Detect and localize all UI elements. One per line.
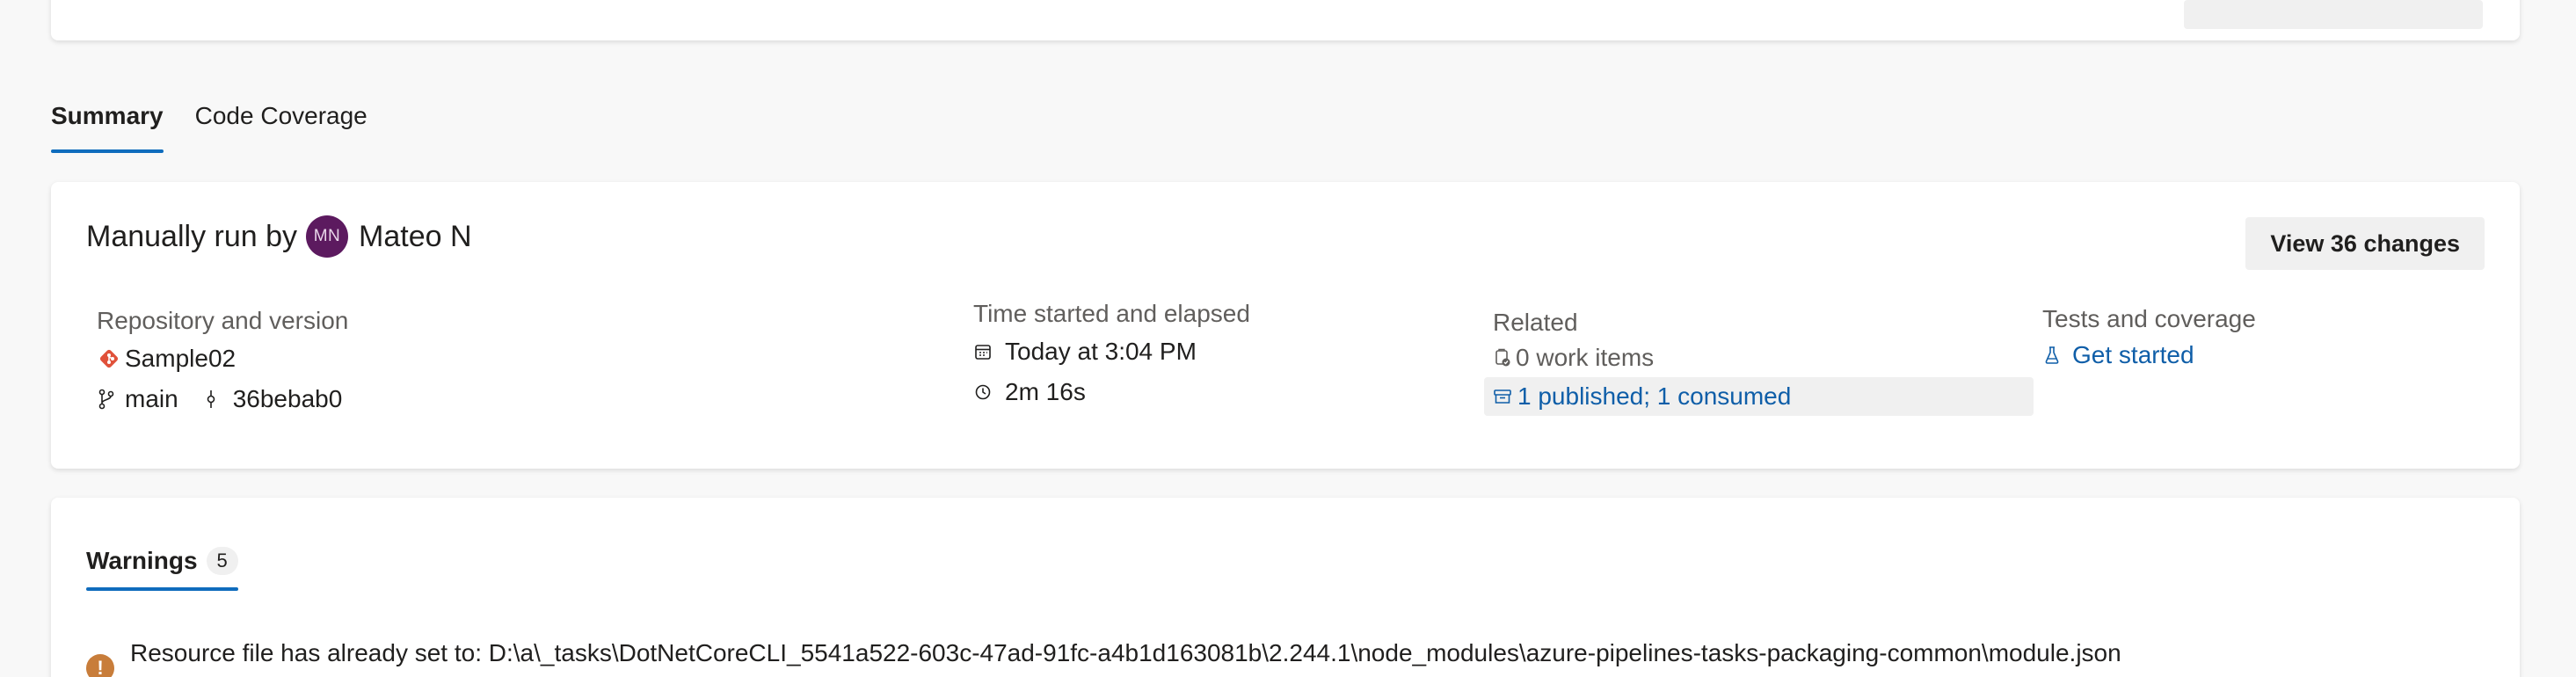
time-elapsed: 2m 16s [1005, 378, 1086, 405]
previous-card [51, 0, 2520, 40]
run-trigger-title: Manually run by MN Mateo N [86, 215, 472, 258]
repo-name-link[interactable]: Sample02 [125, 343, 236, 375]
warning-icon: ! [86, 654, 114, 677]
tab-warnings[interactable]: Warnings 5 [86, 536, 238, 591]
warnings-label: Warnings [86, 547, 198, 574]
time-section: Time started and elapsed Today at 3:04 P… [973, 298, 1250, 412]
warnings-count-badge: 5 [206, 547, 238, 575]
clock-icon [973, 383, 993, 401]
tests-section: Tests and coverage Get started [2042, 303, 2256, 375]
commit-hash[interactable]: 36bebab0 [233, 383, 343, 415]
work-item-icon [1493, 348, 1512, 368]
run-prefix: Manually run by [86, 219, 298, 253]
time-started: Today at 3:04 PM [1005, 338, 1197, 365]
repository-section: Repository and version Sample02 main 36b… [97, 305, 348, 419]
get-started-link[interactable]: Get started [2072, 339, 2194, 371]
warning-item[interactable]: ! Resource file has already set to: D:\a… [86, 638, 2121, 677]
branch-name[interactable]: main [125, 383, 178, 415]
user-name[interactable]: Mateo N [359, 220, 472, 254]
version-row: main 36bebab0 [97, 379, 348, 419]
related-label: Related [1493, 309, 1578, 336]
tests-row: Get started [2042, 335, 2256, 375]
warnings-card: Warnings 5 ! Resource file has already s… [51, 498, 2520, 677]
artifact-icon [1493, 388, 1512, 405]
started-row: Today at 3:04 PM [973, 331, 1250, 372]
elapsed-row: 2m 16s [973, 372, 1250, 412]
tests-label: Tests and coverage [2042, 305, 2256, 332]
avatar[interactable]: MN [306, 215, 349, 258]
related-section: Related 0 work items 1 published; 1 cons… [1484, 307, 2034, 416]
repository-label: Repository and version [97, 307, 349, 334]
run-summary-card: Manually run by MN Mateo N View 36 chang… [51, 182, 2520, 469]
repo-row: Sample02 [97, 338, 348, 379]
git-repo-icon [97, 348, 121, 369]
calendar-icon [973, 343, 993, 360]
artifacts-row[interactable]: 1 published; 1 consumed [1484, 377, 2034, 416]
tab-code-coverage[interactable]: Code Coverage [195, 91, 367, 153]
tab-summary[interactable]: Summary [51, 91, 164, 153]
artifacts-link[interactable]: 1 published; 1 consumed [1517, 381, 1791, 412]
beaker-icon [2042, 346, 2062, 365]
view-changes-button[interactable]: View 36 changes [2245, 217, 2485, 270]
run-tabs: Summary Code Coverage [51, 91, 399, 155]
time-label: Time started and elapsed [973, 300, 1250, 327]
branch-icon [97, 389, 116, 410]
warning-text: Resource file has already set to: D:\a\_… [130, 639, 2121, 666]
work-items-row: 0 work items [1493, 338, 2034, 377]
previous-card-button[interactable] [2184, 0, 2483, 29]
work-items-link[interactable]: 0 work items [1516, 342, 1654, 374]
commit-icon [201, 389, 221, 410]
